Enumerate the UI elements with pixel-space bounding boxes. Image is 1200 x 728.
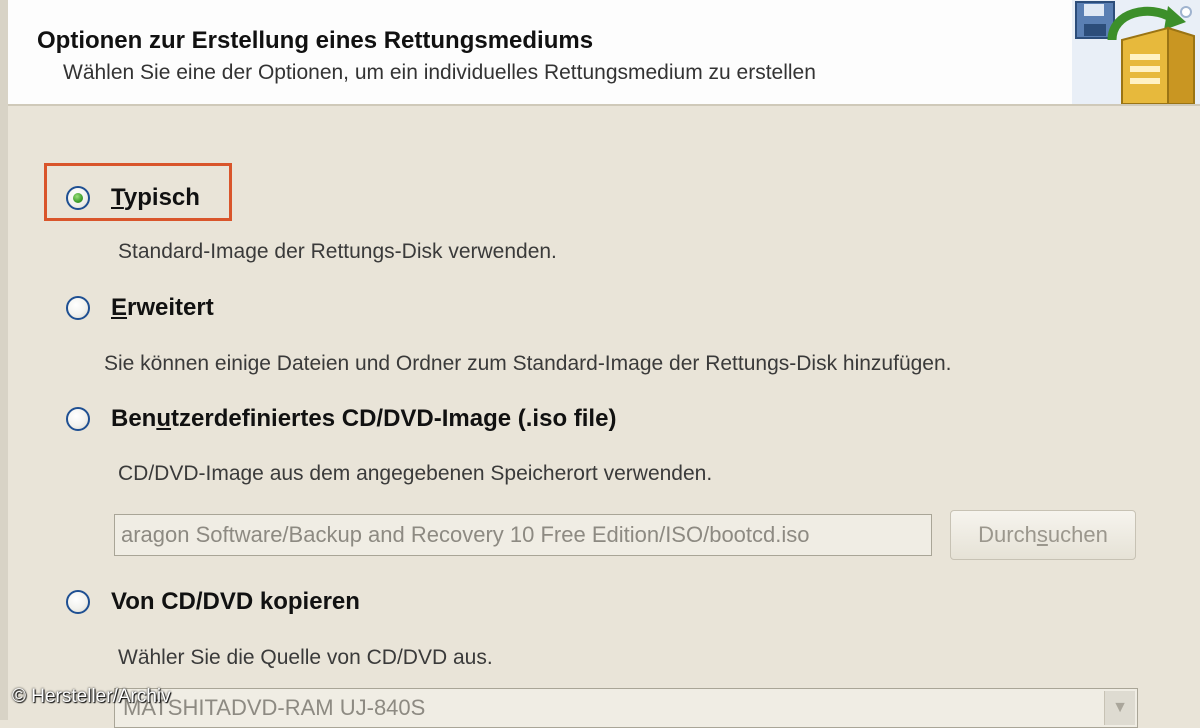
wizard-subtitle: Wählen Sie eine der Optionen, um ein ind…	[63, 61, 816, 84]
wizard-header: Optionen zur Erstellung eines Rettungsme…	[8, 0, 1200, 106]
radio-option-typical[interactable]: Typisch	[66, 184, 200, 212]
radio-label-copy-cd: Von CD/DVD kopieren	[111, 588, 360, 615]
copyright-watermark: © Hersteller/Archiv	[12, 686, 171, 707]
backup-drive-icon	[1072, 0, 1200, 104]
option-description-typical: Standard-Image der Rettungs-Disk verwend…	[118, 240, 557, 263]
button-text: uchen	[1047, 522, 1108, 547]
radio-button[interactable]	[66, 590, 90, 614]
label-text: ypisch	[123, 184, 200, 211]
button-text: Durch	[978, 522, 1037, 547]
radio-label-custom-iso: Benutzerdefiniertes CD/DVD-Image (.iso f…	[111, 405, 616, 433]
browse-button[interactable]: Durchsuchen	[950, 510, 1136, 560]
label-mnemonic: T	[111, 184, 124, 211]
radio-button[interactable]	[66, 296, 90, 320]
option-description-copy-cd: Wähler Sie die Quelle von CD/DVD aus.	[118, 646, 493, 669]
radio-button-checked[interactable]	[66, 186, 90, 210]
radio-label-typical: Typisch	[111, 184, 200, 212]
radio-button[interactable]	[66, 407, 90, 431]
source-drive-select[interactable]: MATSHITADVD-RAM UJ-840S ▼	[114, 688, 1138, 728]
wizard-title: Optionen zur Erstellung eines Rettungsme…	[37, 27, 594, 54]
dialog-left-edge	[0, 0, 8, 720]
option-description-custom-iso: CD/DVD-Image aus dem angegebenen Speiche…	[118, 462, 713, 485]
radio-option-advanced[interactable]: Erweitert	[66, 294, 214, 322]
label-mnemonic: E	[111, 294, 128, 321]
label-text: Ben	[111, 405, 157, 432]
button-mnemonic: s	[1036, 522, 1048, 547]
label-mnemonic: u	[156, 405, 172, 432]
label-text: tzerdefiniertes CD/DVD-Image (.iso file)	[171, 405, 617, 432]
radio-label-advanced: Erweitert	[111, 294, 214, 322]
option-description-advanced: Sie können einige Dateien und Ordner zum…	[104, 352, 952, 375]
radio-option-copy-cd[interactable]: Von CD/DVD kopieren	[66, 588, 360, 616]
radio-option-custom-iso[interactable]: Benutzerdefiniertes CD/DVD-Image (.iso f…	[66, 405, 616, 433]
label-text: rweitert	[127, 294, 214, 321]
iso-path-input[interactable]	[114, 514, 932, 556]
